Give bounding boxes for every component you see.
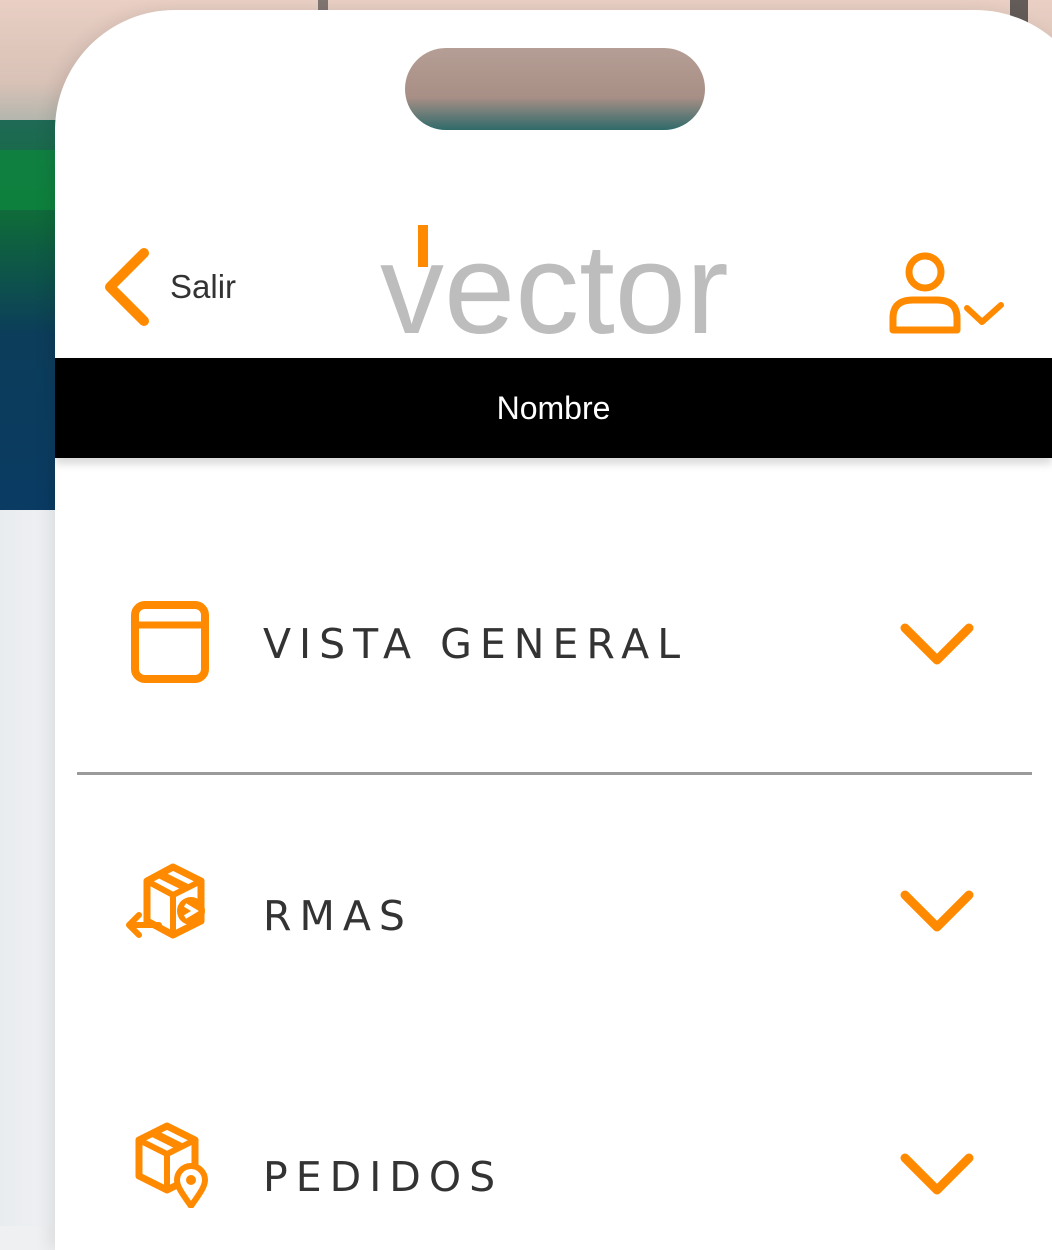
menu-item-label: PEDIDOS: [263, 1153, 504, 1201]
app-header: Salir vector: [55, 205, 1052, 361]
menu-item-pedidos[interactable]: PEDIDOS: [55, 1098, 1052, 1238]
phone-notch: [405, 48, 705, 130]
back-label: Salir: [170, 268, 237, 305]
user-name: Nombre: [496, 389, 611, 426]
chevron-down-icon: [900, 623, 974, 665]
chevron-left-icon: [105, 248, 149, 326]
chevron-down-icon: [900, 1153, 974, 1195]
box-return-icon: [126, 863, 205, 939]
menu-divider: [77, 772, 1032, 775]
vector-logo: vector: [380, 215, 740, 361]
window-icon: [131, 601, 209, 683]
menu-item-label: VISTA GENERAL: [263, 620, 689, 668]
box-location-icon: [135, 1122, 208, 1208]
phone-frame: Salir vector Nombre VISTA GENERAL RMAS P…: [55, 10, 1052, 1250]
logo-wordmark: vector: [380, 218, 729, 345]
menu-item-vista-general[interactable]: VISTA GENERAL: [55, 575, 1052, 715]
chevron-down-icon: [900, 890, 974, 932]
back-button[interactable]: Salir: [100, 245, 236, 329]
user-name-bar: Nombre: [55, 358, 1052, 458]
user-icon: [889, 252, 1004, 334]
menu-item-label: RMAS: [263, 892, 413, 940]
menu-item-rmas[interactable]: RMAS: [55, 837, 1052, 977]
user-menu-button[interactable]: [885, 250, 1010, 335]
chevron-down-icon: [964, 302, 1004, 325]
